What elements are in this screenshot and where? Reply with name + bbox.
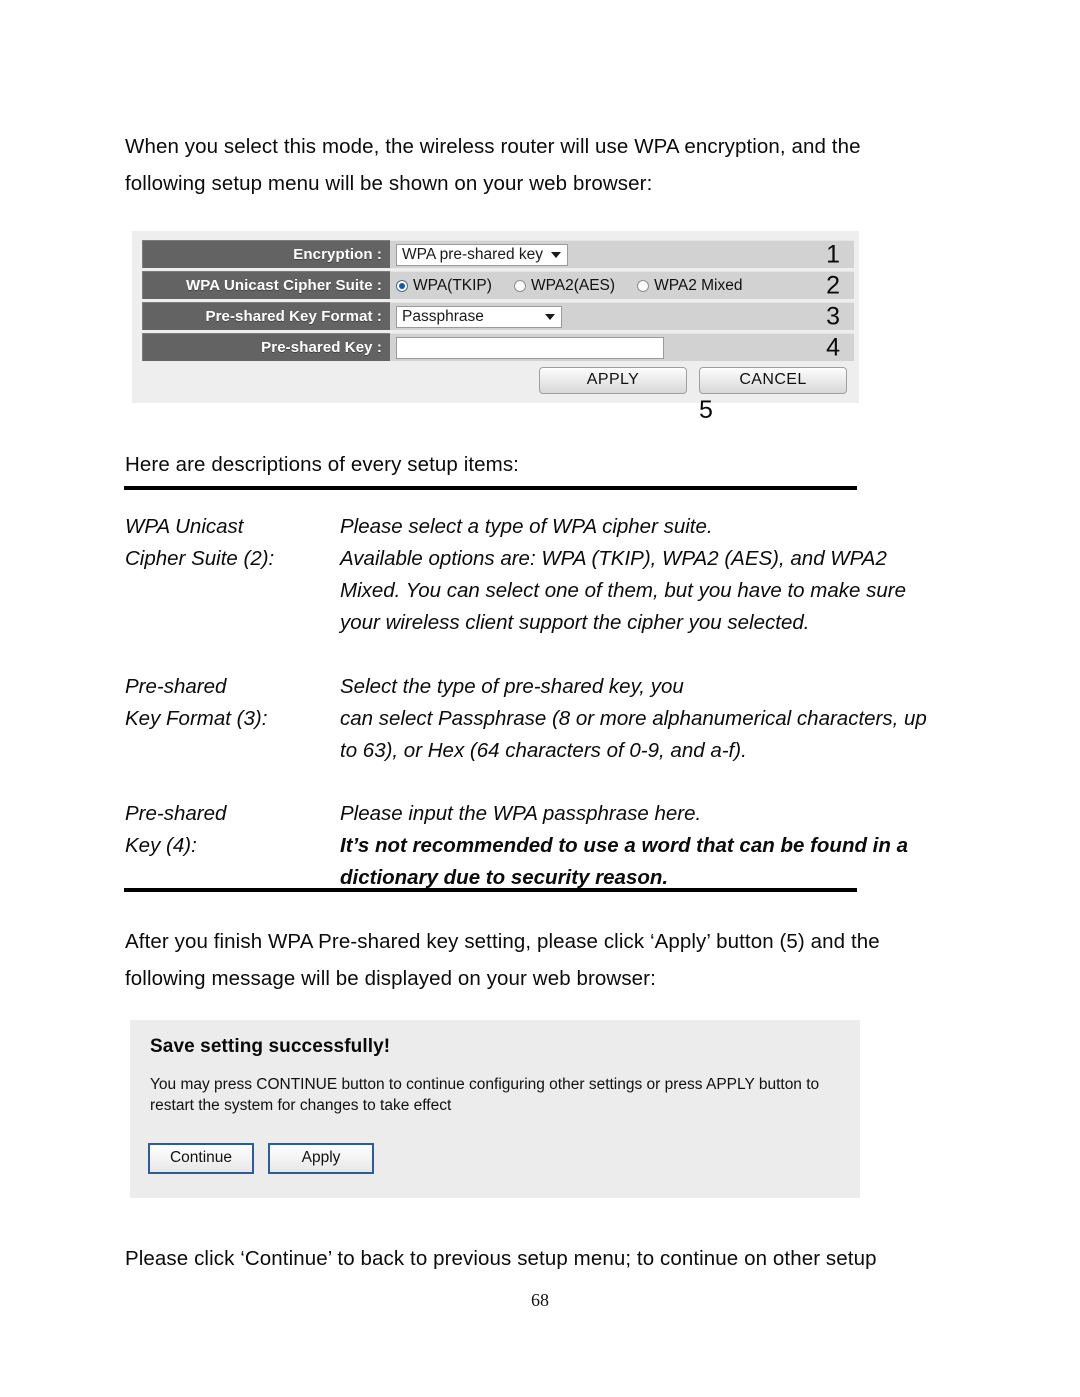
- row-encryption-label: Encryption :: [142, 240, 390, 268]
- cancel-button[interactable]: CANCEL: [699, 367, 847, 394]
- encryption-select-value: WPA pre-shared key: [402, 245, 543, 263]
- marker-2: 2: [826, 271, 840, 299]
- save-setting-panel: Save setting successfully! You may press…: [130, 1020, 860, 1198]
- save-setting-message: You may press CONTINUE button to continu…: [150, 1076, 820, 1114]
- marker-4: 4: [826, 333, 840, 361]
- encryption-select[interactable]: WPA pre-shared key: [396, 243, 568, 266]
- row-pre-shared-key: Pre-shared Key : 4: [142, 333, 854, 361]
- router-config-table: Encryption : WPA pre-shared key 1 WPA Un…: [142, 240, 854, 364]
- desc-term-pre-shared-key-line2: Key (4):: [125, 834, 197, 857]
- descriptions-top-rule: [124, 486, 857, 490]
- document-page: When you select this mode, the wireless …: [0, 0, 1080, 1397]
- desc-body-key-format-line1: Select the type of pre-shared key, you: [340, 675, 684, 698]
- row-encryption-value: WPA pre-shared key 1: [390, 240, 854, 268]
- radio-option-wpa-tkip[interactable]: WPA(TKIP): [396, 277, 492, 295]
- apply-paragraph: After you finish WPA Pre-shared key sett…: [125, 930, 880, 990]
- chevron-down-icon: [545, 313, 555, 320]
- descriptions-bottom-rule: [124, 888, 857, 892]
- descriptions-heading: Here are descriptions of every setup ite…: [125, 453, 519, 476]
- chevron-down-icon: [551, 251, 561, 258]
- cipher-suite-radio-group: WPA(TKIP) WPA2(AES) WPA2 Mixed: [396, 277, 743, 295]
- radio-label-wpa2-aes: WPA2(AES): [530, 276, 616, 294]
- desc-body-cipher-suite-line4: your wireless client support the cipher …: [340, 611, 810, 634]
- row-cipher-suite: WPA Unicast Cipher Suite : WPA(TKIP) WPA…: [142, 271, 854, 299]
- radio-option-wpa2-mixed[interactable]: WPA2 Mixed: [637, 276, 743, 295]
- desc-term-pre-shared-key-line1: Pre-shared: [125, 802, 227, 825]
- row-key-format-label: Pre-shared Key Format :: [142, 302, 390, 330]
- router-config-panel: Encryption : WPA pre-shared key 1 WPA Un…: [132, 231, 859, 403]
- row-cipher-suite-label: WPA Unicast Cipher Suite :: [142, 271, 390, 299]
- radio-label-wpa2-mixed: WPA2 Mixed: [654, 276, 743, 294]
- radio-icon-unselected[interactable]: [637, 279, 650, 292]
- marker-1: 1: [826, 240, 840, 268]
- intro-paragraph: When you select this mode, the wireless …: [125, 135, 861, 195]
- desc-body-cipher-suite-line1: Please select a type of WPA cipher suite…: [340, 515, 713, 538]
- save-setting-title: Save setting successfully!: [150, 1036, 391, 1057]
- radio-icon-selected[interactable]: [396, 279, 408, 292]
- key-format-select-value: Passphrase: [402, 307, 484, 325]
- router-button-bar: APPLY CANCEL: [539, 367, 847, 394]
- desc-term-key-format-line1: Pre-shared: [125, 675, 227, 698]
- radio-icon-unselected[interactable]: [513, 279, 526, 292]
- desc-term-key-format-line2: Key Format (3):: [125, 707, 268, 730]
- pre-shared-key-input[interactable]: [396, 336, 664, 359]
- page-number: 68: [531, 1290, 549, 1310]
- save-setting-button-bar: Continue Apply: [148, 1143, 374, 1174]
- desc-term-cipher-suite-line2: Cipher Suite (2):: [125, 547, 275, 570]
- key-format-select[interactable]: Passphrase: [396, 305, 562, 328]
- desc-term-cipher-suite-line1: WPA Unicast: [125, 515, 244, 538]
- continue-button[interactable]: Continue: [148, 1143, 254, 1174]
- marker-5: 5: [699, 396, 713, 424]
- row-encryption: Encryption : WPA pre-shared key 1: [142, 240, 854, 268]
- desc-body-pre-shared-key-line2: It’s not recommended to use a word that …: [340, 834, 908, 857]
- row-pre-shared-key-value: 4: [390, 333, 854, 361]
- radio-label-wpa-tkip: WPA(TKIP): [413, 276, 492, 294]
- row-pre-shared-key-label: Pre-shared Key :: [142, 333, 390, 361]
- continue-paragraph: Please click ‘Continue’ to back to previ…: [125, 1247, 877, 1270]
- row-key-format-value: Passphrase 3: [390, 302, 854, 330]
- save-apply-button[interactable]: Apply: [268, 1143, 374, 1174]
- desc-body-cipher-suite-line3: Mixed. You can select one of them, but y…: [340, 579, 906, 602]
- desc-body-pre-shared-key-line1: Please input the WPA passphrase here.: [340, 802, 702, 825]
- marker-3: 3: [826, 302, 840, 330]
- row-key-format: Pre-shared Key Format : Passphrase 3: [142, 302, 854, 330]
- apply-button[interactable]: APPLY: [539, 367, 687, 394]
- desc-body-cipher-suite-line2: Available options are: WPA (TKIP), WPA2 …: [340, 547, 887, 570]
- desc-body-key-format-line3: to 63), or Hex (64 characters of 0-9, an…: [340, 739, 747, 762]
- row-cipher-suite-value: WPA(TKIP) WPA2(AES) WPA2 Mixed 2: [390, 271, 854, 299]
- radio-option-wpa2-aes[interactable]: WPA2(AES): [513, 276, 616, 295]
- desc-body-key-format-line2: can select Passphrase (8 or more alphanu…: [340, 707, 927, 730]
